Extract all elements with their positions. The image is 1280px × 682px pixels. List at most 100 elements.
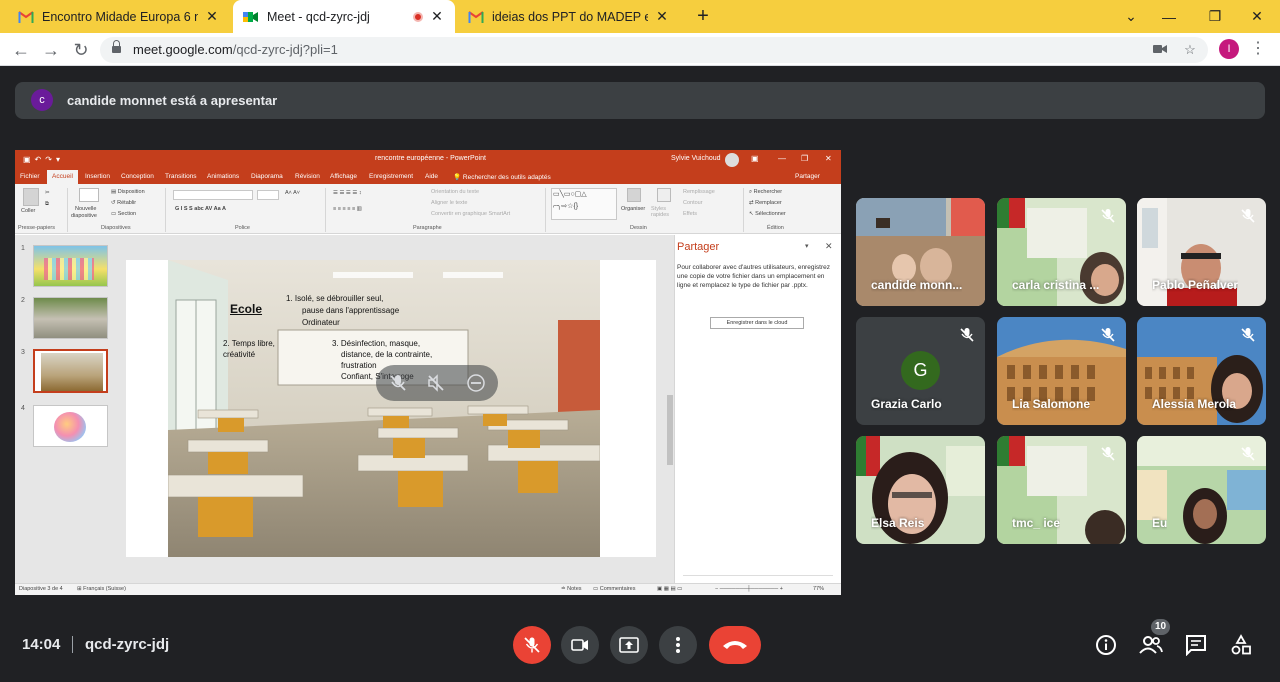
meeting-details-button[interactable]	[1093, 632, 1119, 658]
participant-tile[interactable]: Eu	[1137, 436, 1266, 544]
thumb-number: 4	[21, 405, 25, 412]
close-tab-icon[interactable]: ✕	[654, 8, 670, 25]
browser-tab-ideias[interactable]: ideias dos PPT do MADEP e do M ✕	[458, 0, 680, 33]
slide-thumbnail-2	[33, 297, 108, 339]
ribbon-aligner: Aligner le texte	[431, 200, 468, 206]
list-buttons: ☰ ☰ ☰ ☰ ↕	[333, 190, 362, 196]
shared-screen[interactable]: ▣↶↷▾ rencontre européenne - PowerPoint S…	[15, 150, 841, 595]
people-icon	[1139, 636, 1163, 654]
people-button[interactable]	[1138, 632, 1164, 658]
profile-avatar[interactable]: I	[1219, 39, 1239, 59]
paste-icon	[23, 188, 39, 206]
ribbon-nouvelle: Nouvelle	[75, 206, 97, 212]
document-title: rencontre européenne - PowerPoint	[375, 155, 486, 162]
copy-icon: ⧉	[45, 201, 49, 207]
activities-button[interactable]	[1228, 632, 1254, 658]
microphone-toggle-button[interactable]	[513, 626, 551, 664]
mic-off-icon	[1101, 447, 1115, 461]
quick-access-toolbar: ▣↶↷▾	[23, 155, 64, 164]
participant-name: Pablo Peñalver	[1152, 278, 1239, 292]
menu-animations: Animations	[207, 173, 240, 180]
browser-menu-icon[interactable]: ⋮	[1250, 38, 1266, 60]
url-text: meet.google.com/qcd-zyrc-jdj?pli=1	[133, 42, 338, 57]
meet-icon	[243, 9, 259, 25]
font-size-box	[257, 190, 279, 200]
status-comments: ▭ Commentaires	[593, 586, 636, 592]
menu-accueil: Accueil	[47, 170, 78, 184]
participant-name: Elsa Reis	[871, 516, 925, 530]
menu-fichier: Fichier	[20, 173, 40, 180]
back-button[interactable]: ←	[9, 38, 33, 62]
powerpoint-menu: Fichier Accueil Insertion Conception Tra…	[15, 170, 841, 184]
ribbon-display-icon: ▣	[751, 154, 759, 163]
slide-item-3: 3. Désinfection, masque,	[332, 339, 421, 348]
ribbon-remplissage: Remplissage	[683, 189, 715, 195]
close-tab-icon[interactable]: ✕	[429, 8, 445, 25]
activities-icon	[1231, 634, 1251, 655]
menu-insertion: Insertion	[85, 173, 110, 180]
slide-thumbnails: 1 2 3 4	[15, 235, 118, 583]
group-edition: Édition	[767, 225, 784, 231]
leave-call-button[interactable]	[709, 626, 761, 664]
tab-title: Meet - qcd-zyrc-jdj	[267, 9, 370, 24]
bookmark-star-icon[interactable]: ☆	[1180, 40, 1200, 60]
current-slide: Ecole 1. Isolé, se débrouiller seul, pau…	[126, 260, 656, 557]
close-window-button[interactable]: ✕	[1234, 0, 1280, 33]
videocam-icon	[571, 639, 588, 651]
present-now-button[interactable]	[610, 626, 648, 664]
participant-name: candide monn...	[871, 278, 963, 292]
ribbon-effets: Effets	[683, 211, 697, 217]
slide-thumbnail-3	[33, 349, 108, 393]
ribbon-selectionner: ↖ Sélectionner	[749, 211, 786, 217]
arrange-icon	[627, 188, 641, 202]
lock-icon	[112, 40, 121, 55]
participant-tile[interactable]: tmc_ ice	[997, 436, 1126, 544]
tab-title: Encontro Midade Europa 6 nove	[42, 9, 198, 24]
mic-off-icon	[1101, 209, 1115, 223]
slide-item-2b: créativité	[223, 350, 256, 359]
participant-tile[interactable]: Alessia Merola	[1137, 317, 1266, 425]
slide-thumbnail-1	[33, 245, 108, 287]
maximize-button[interactable]: ❐	[1192, 0, 1238, 33]
new-tab-button[interactable]: +	[692, 5, 714, 27]
address-bar[interactable]: meet.google.com/qcd-zyrc-jdj?pli=1 ☆	[100, 37, 1208, 63]
view-buttons: ▣ ▦ ▤ ▭	[657, 586, 683, 592]
participant-tile[interactable]: Elsa Reis	[856, 436, 985, 544]
menu-diaporama: Diaporama	[251, 173, 283, 180]
ribbon-organiser: Organiser	[621, 206, 646, 212]
participant-tile[interactable]: carla cristina ...	[997, 198, 1126, 306]
more-options-button[interactable]	[659, 626, 697, 664]
menu-revision: Révision	[295, 173, 320, 180]
close-tab-icon[interactable]: ✕	[204, 8, 220, 25]
ribbon-rechercher: ⌕ Rechercher	[749, 189, 783, 195]
participant-tile[interactable]: G Grazia Carlo	[856, 317, 985, 425]
presenter-overlay-controls	[376, 365, 498, 401]
browser-tab-meet[interactable]: Meet - qcd-zyrc-jdj ✕	[233, 0, 455, 33]
browser-tab-encontro[interactable]: Encontro Midade Europa 6 nove ✕	[8, 0, 230, 33]
minimize-icon: —	[778, 154, 786, 163]
participant-tile[interactable]: Pablo Peñalver	[1137, 198, 1266, 306]
ribbon-section: ▭ Section	[111, 211, 137, 217]
chat-button[interactable]	[1183, 632, 1209, 658]
thumb-number: 3	[21, 349, 25, 356]
forward-button[interactable]: →	[39, 38, 63, 62]
menu-search: 💡 Rechercher des outils adaptés	[453, 174, 551, 181]
reload-button[interactable]: ↻	[69, 38, 93, 62]
minimize-button[interactable]: —	[1146, 0, 1192, 33]
meeting-code: qcd-zyrc-jdj	[85, 636, 170, 653]
thumb-number: 2	[21, 297, 25, 304]
format-buttons: G I S S abc AV Aa A	[175, 206, 226, 212]
camera-toggle-button[interactable]	[561, 626, 599, 664]
close-icon: ✕	[825, 154, 832, 163]
ribbon-disposition: ▤ Disposition	[111, 189, 145, 195]
new-slide-icon	[79, 188, 99, 202]
camera-icon[interactable]	[1150, 40, 1170, 60]
cut-icon: ✂	[45, 190, 50, 196]
menu-aide: Aide	[425, 173, 439, 180]
mic-off-icon	[1241, 209, 1255, 223]
menu-transitions: Transitions	[165, 173, 197, 180]
participant-avatar: G	[901, 351, 940, 390]
participant-tile[interactable]: candide monn...	[856, 198, 985, 306]
participant-tile[interactable]: Lia Salomone	[997, 317, 1126, 425]
group-diapositives: Diapositives	[101, 225, 131, 231]
